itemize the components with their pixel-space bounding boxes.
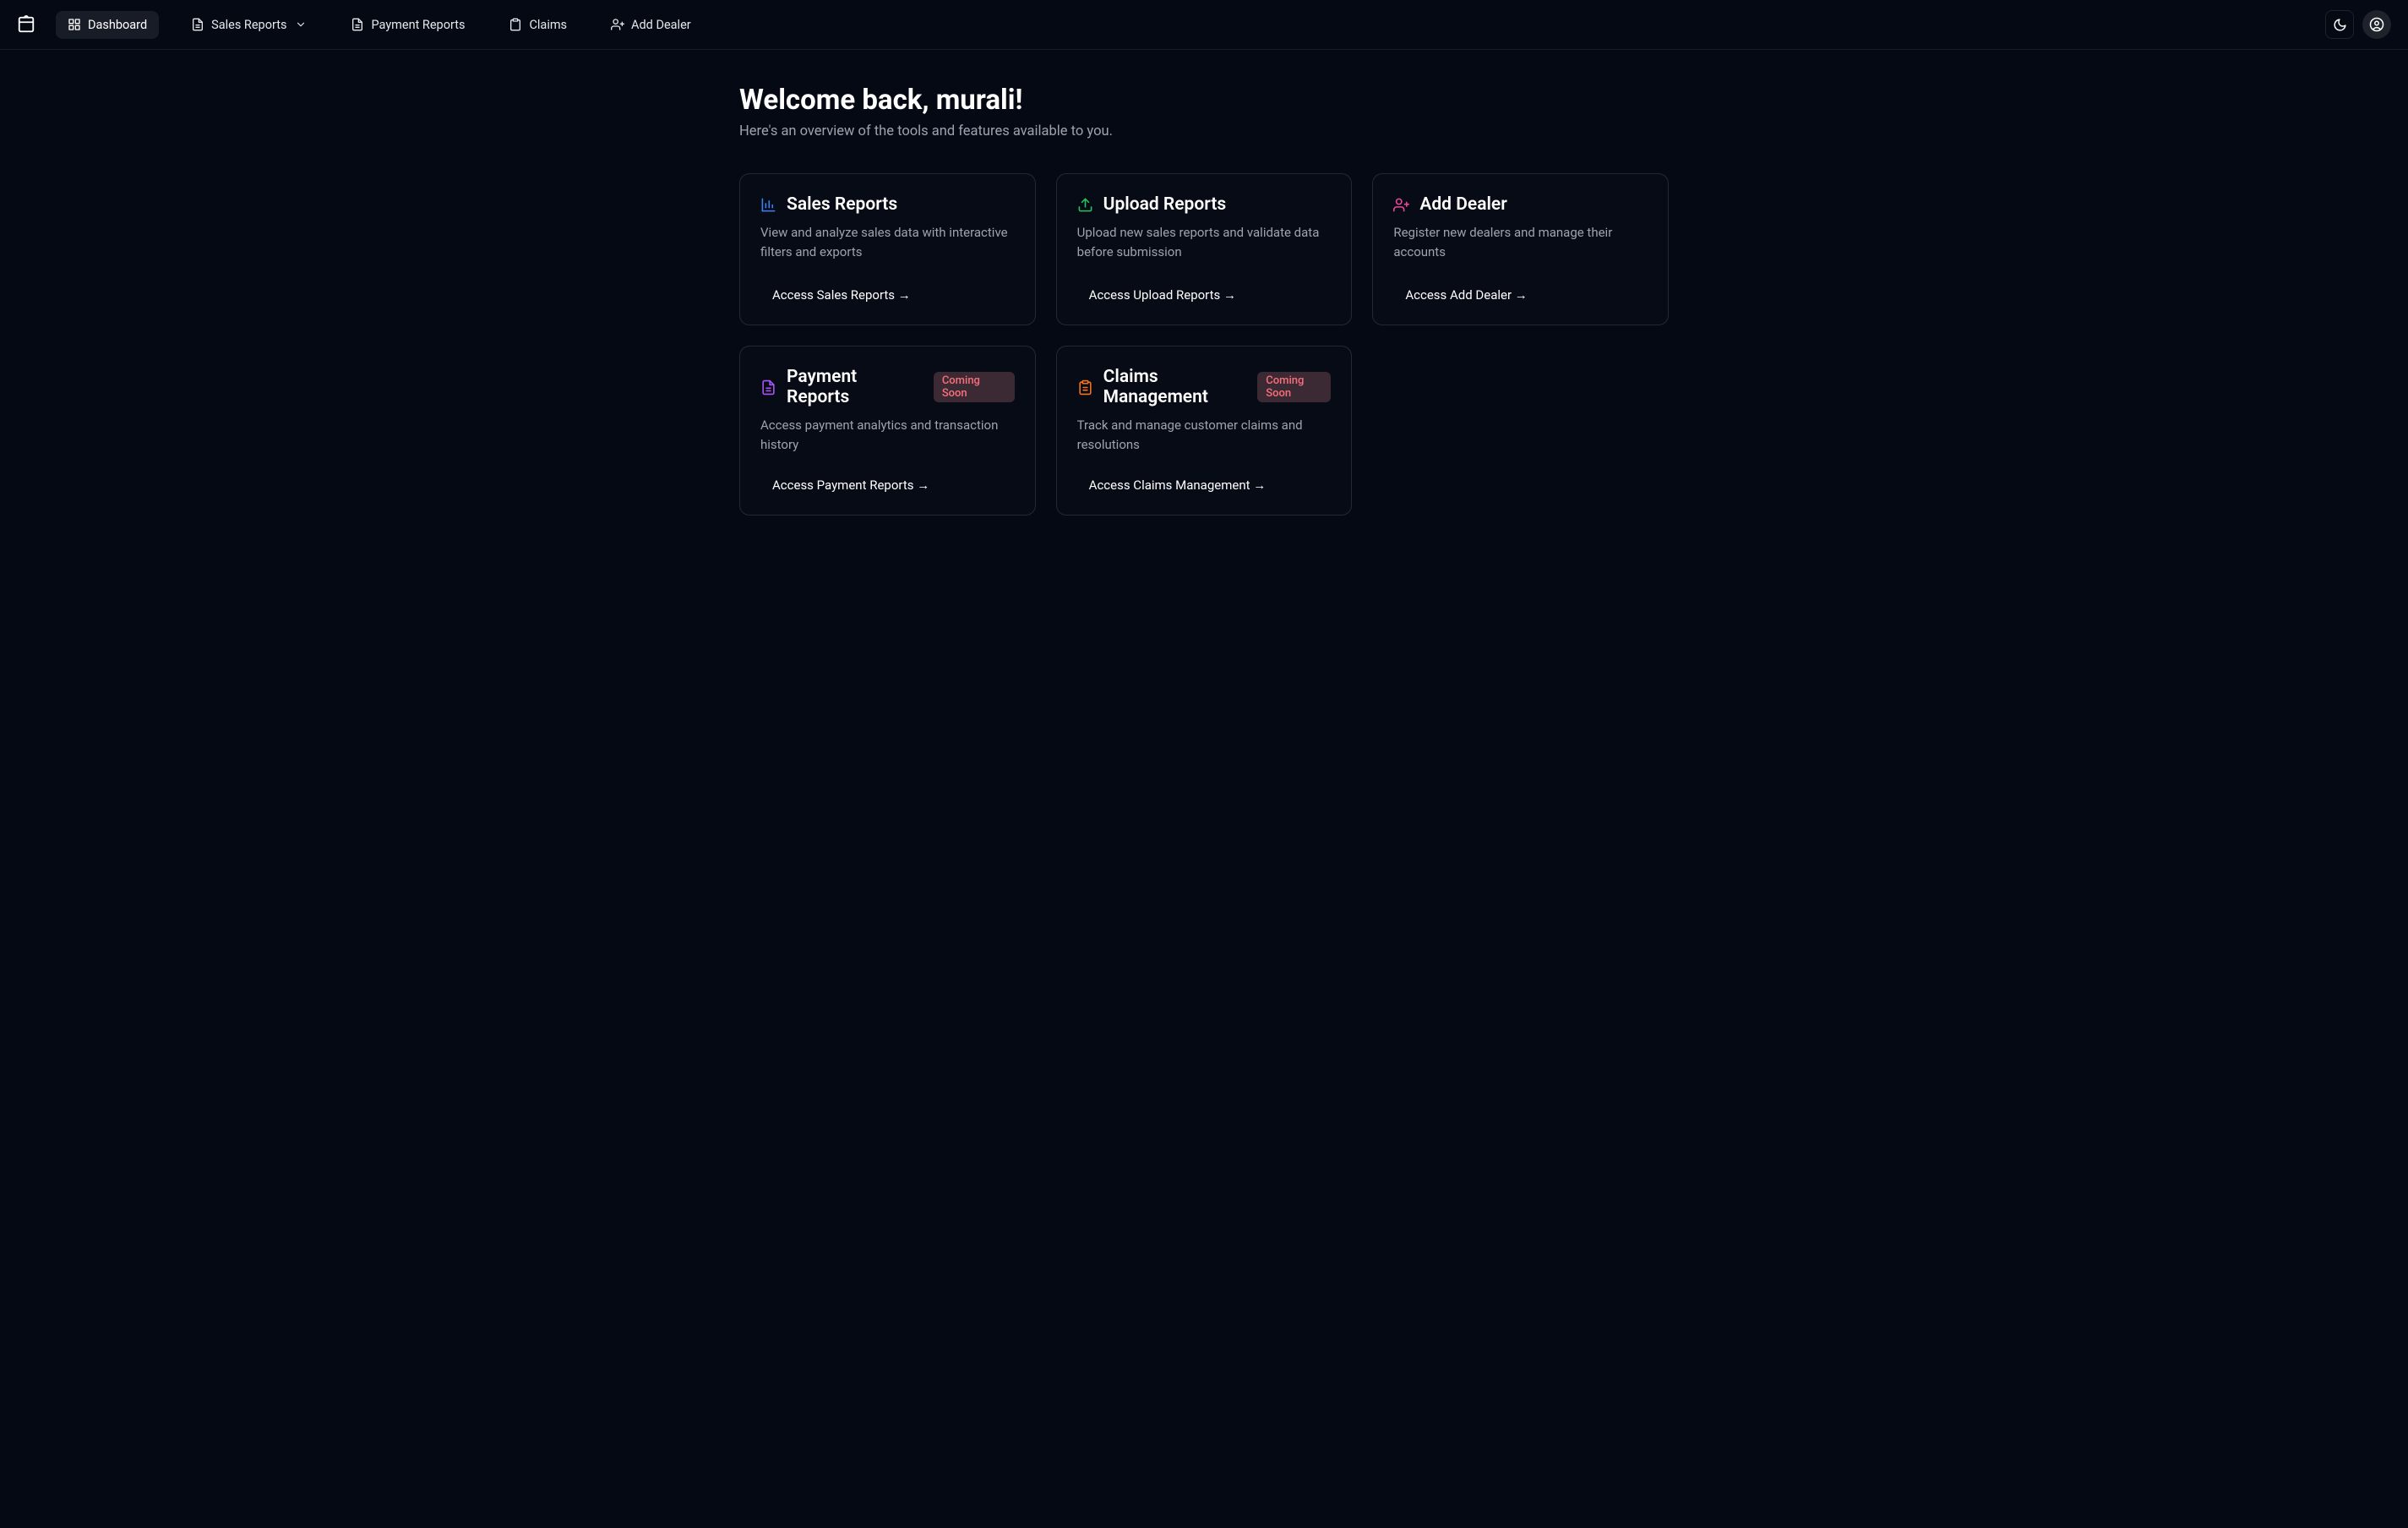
- nav-dashboard-label: Dashboard: [88, 18, 147, 32]
- card-description: Register new dealers and manage their ac…: [1393, 223, 1648, 264]
- user-plus-icon: [1393, 197, 1409, 213]
- top-nav-right: [2325, 10, 2391, 39]
- card-description: Track and manage customer claims and res…: [1077, 416, 1332, 454]
- upload-icon: [1077, 197, 1093, 213]
- nav-sales-reports-label: Sales Reports: [211, 18, 286, 32]
- moon-icon: [2333, 18, 2347, 32]
- card-action-label: Access Claims Management →: [1089, 478, 1267, 493]
- theme-toggle-button[interactable]: [2325, 10, 2354, 39]
- top-nav-bar: Dashboard Sales Reports Payment Reports …: [0, 0, 2408, 50]
- user-menu-button[interactable]: [2362, 10, 2391, 39]
- card-action-upload-reports[interactable]: Access Upload Reports →: [1077, 282, 1248, 308]
- card-title-row: Sales Reports: [760, 194, 1015, 215]
- clipboard-list-icon: [1077, 379, 1093, 396]
- nav-payment-reports-label: Payment Reports: [371, 18, 465, 32]
- chevron-down-icon: [295, 19, 307, 30]
- card-description: View and analyze sales data with interac…: [760, 223, 1015, 264]
- file-icon: [191, 18, 204, 31]
- package-icon: [17, 15, 35, 34]
- card-action-label: Access Add Dealer →: [1405, 287, 1527, 303]
- nav-menu: Dashboard Sales Reports Payment Reports …: [56, 11, 703, 39]
- card-title: Claims Management: [1103, 367, 1245, 407]
- card-title-row: Add Dealer: [1393, 194, 1648, 215]
- user-circle-icon: [2369, 17, 2384, 32]
- coming-soon-badge: Coming Soon: [1257, 372, 1331, 402]
- file-icon: [351, 18, 364, 31]
- welcome-subtitle: Here's an overview of the tools and feat…: [739, 123, 1669, 139]
- dashboard-icon: [68, 18, 81, 31]
- card-add-dealer: Add Dealer Register new dealers and mana…: [1372, 173, 1669, 325]
- nav-claims[interactable]: Claims: [497, 11, 579, 39]
- card-title: Upload Reports: [1103, 194, 1227, 215]
- card-upload-reports: Upload Reports Upload new sales reports …: [1056, 173, 1353, 325]
- card-payment-reports: Payment Reports Coming Soon Access payme…: [739, 346, 1036, 516]
- feature-cards-grid: Sales Reports View and analyze sales dat…: [739, 173, 1669, 516]
- file-text-icon: [760, 379, 776, 396]
- nav-sales-reports[interactable]: Sales Reports: [179, 11, 319, 39]
- card-action-label: Access Sales Reports →: [772, 287, 911, 303]
- welcome-title: Welcome back, murali!: [739, 84, 1669, 117]
- nav-claims-label: Claims: [529, 18, 567, 32]
- coming-soon-badge: Coming Soon: [934, 372, 1015, 402]
- card-title: Sales Reports: [787, 194, 897, 215]
- card-action-label: Access Payment Reports →: [772, 478, 929, 493]
- clipboard-icon: [509, 18, 522, 31]
- nav-add-dealer[interactable]: Add Dealer: [599, 11, 703, 39]
- card-claims-management: Claims Management Coming Soon Track and …: [1056, 346, 1353, 516]
- nav-dashboard[interactable]: Dashboard: [56, 11, 159, 39]
- card-description: Access payment analytics and transaction…: [760, 416, 1015, 454]
- card-description: Upload new sales reports and validate da…: [1077, 223, 1332, 264]
- card-title-row: Upload Reports: [1077, 194, 1332, 215]
- user-plus-icon: [611, 18, 624, 31]
- card-action-claims-management[interactable]: Access Claims Management →: [1077, 472, 1278, 498]
- card-title: Add Dealer: [1419, 194, 1506, 215]
- card-action-label: Access Upload Reports →: [1089, 287, 1236, 303]
- card-action-sales-reports[interactable]: Access Sales Reports →: [760, 282, 923, 308]
- bar-chart-icon: [760, 197, 776, 213]
- app-logo[interactable]: [17, 15, 35, 34]
- card-title-row: Payment Reports Coming Soon: [760, 367, 1015, 407]
- nav-add-dealer-label: Add Dealer: [631, 18, 691, 32]
- card-title: Payment Reports: [787, 367, 920, 407]
- top-nav-left: Dashboard Sales Reports Payment Reports …: [17, 11, 703, 39]
- nav-payment-reports[interactable]: Payment Reports: [339, 11, 477, 39]
- card-sales-reports: Sales Reports View and analyze sales dat…: [739, 173, 1036, 325]
- card-action-add-dealer[interactable]: Access Add Dealer →: [1393, 282, 1539, 308]
- card-action-payment-reports[interactable]: Access Payment Reports →: [760, 472, 941, 498]
- main-content: Welcome back, murali! Here's an overview…: [714, 50, 1694, 549]
- card-title-row: Claims Management Coming Soon: [1077, 367, 1332, 407]
